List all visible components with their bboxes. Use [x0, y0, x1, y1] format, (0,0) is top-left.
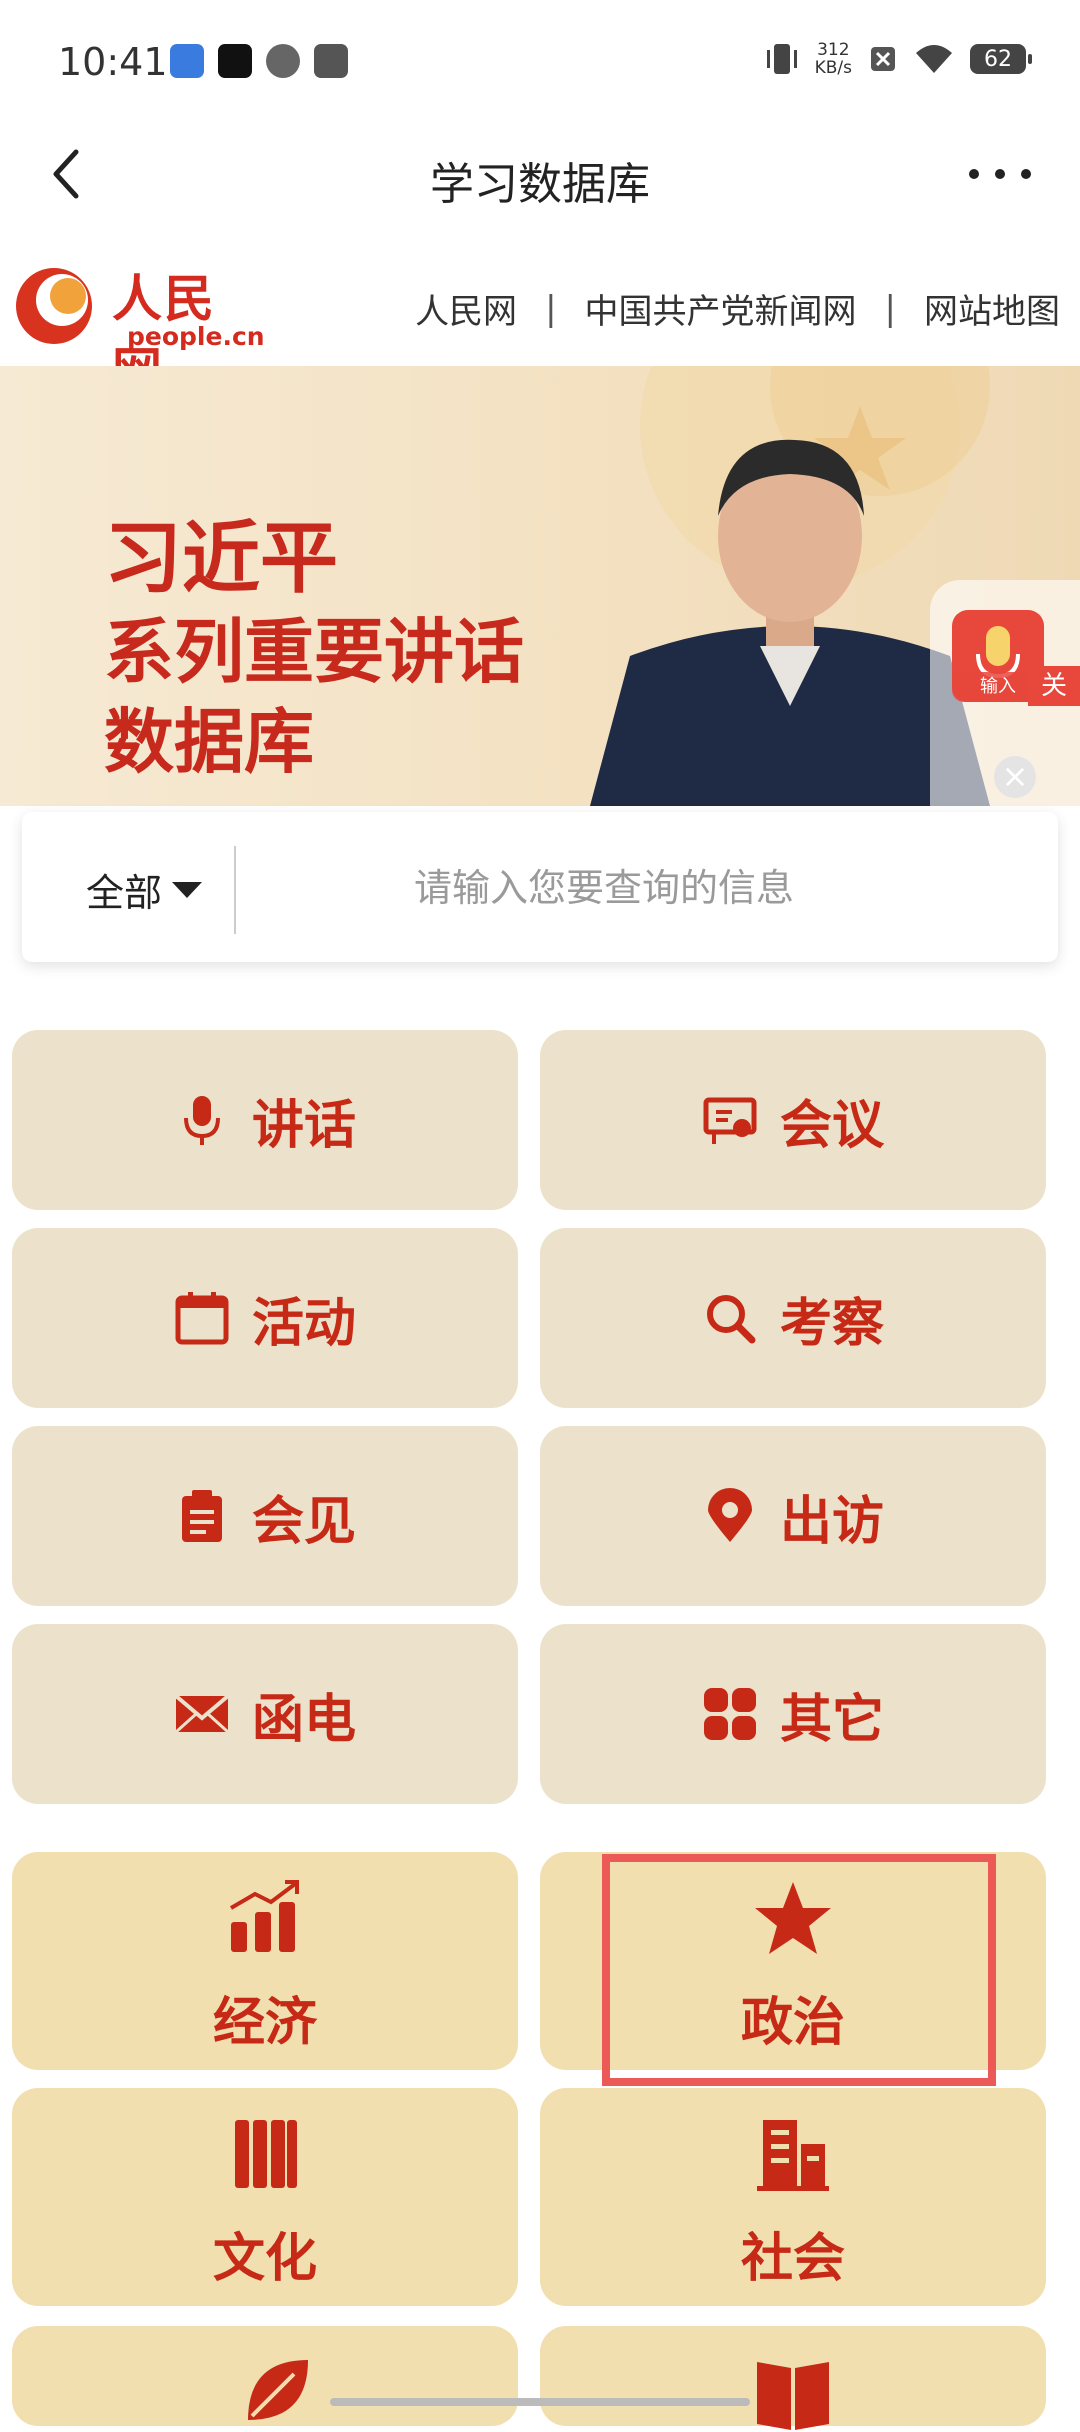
link-cpc-news[interactable]: 中国共产党新闻网 [585, 284, 857, 333]
topic-economy[interactable]: 经济 [12, 1852, 518, 2070]
category-label: 考察 [779, 1293, 884, 1354]
notification-icons [170, 44, 348, 78]
category-letters[interactable]: 函电 [12, 1624, 518, 1804]
category-inspection[interactable]: 考察 [540, 1228, 1046, 1408]
battery-icon: 62 [970, 44, 1032, 74]
banner-title-line3: 数据库 [104, 700, 314, 783]
hero-banner: 习近平 系列重要讲话 数据库 [0, 366, 1080, 806]
search-scope-dropdown[interactable]: 全部 [86, 862, 203, 917]
wifi-icon [916, 45, 952, 73]
category-label: 讲话 [251, 1095, 356, 1156]
topic-culture[interactable]: 文化 [12, 2088, 518, 2306]
link-renminwang[interactable]: 人民网 [415, 284, 517, 333]
top-links: 人民网 | 中国共产党新闻网 | 网站地图 [415, 284, 1060, 333]
topic-label: 经济 [212, 1993, 317, 2053]
close-icon[interactable]: × [994, 756, 1036, 798]
topic-society[interactable]: 社会 [540, 2088, 1046, 2306]
banner-title-line1: 习近平 [104, 513, 339, 604]
search-input[interactable] [262, 852, 946, 924]
site-header: 人民网 people.cn 人民网 | 中国共产党新闻网 | 网站地图 [0, 240, 1080, 400]
people-daily-logo[interactable]: 人民网 people.cn [12, 254, 265, 400]
envelope-icon [174, 1694, 230, 1734]
category-label: 会议 [779, 1095, 884, 1156]
home-indicator[interactable] [330, 2398, 750, 2406]
navigation-bar: 学习数据库 [0, 120, 1080, 230]
link-separator: | [545, 288, 557, 329]
app-notification-icon [266, 44, 300, 78]
clock: 10:41 [58, 40, 168, 84]
voice-close-label[interactable]: 关 [1028, 666, 1080, 706]
open-book-icon [757, 2362, 829, 2430]
building-icon [757, 2120, 829, 2191]
topic-party[interactable] [540, 2326, 1046, 2430]
category-label: 出访 [779, 1491, 884, 1552]
system-icons: 312 KB/s 62 [765, 40, 1032, 78]
category-visit[interactable]: 出访 [540, 1426, 1046, 1606]
category-label: 会见 [251, 1491, 356, 1552]
microphone-icon [183, 1096, 220, 1145]
vibrate-icon [766, 44, 797, 74]
status-bar: 10:41 312 KB/s 62 [0, 0, 1080, 120]
chart-up-icon [229, 1880, 299, 1952]
sim-off-icon [871, 47, 895, 71]
link-sitemap[interactable]: 网站地图 [924, 284, 1060, 333]
topic-label: 社会 [740, 2229, 845, 2289]
category-speech[interactable]: 讲话 [12, 1030, 518, 1210]
category-other[interactable]: 其它 [540, 1624, 1046, 1804]
topic-label: 文化 [212, 2229, 317, 2289]
category-label: 函电 [251, 1689, 356, 1750]
logo-subtext: people.cn [127, 322, 265, 351]
divider [234, 846, 236, 934]
search-bar: 全部 [22, 812, 1058, 962]
category-meeting[interactable]: 会议 [540, 1030, 1046, 1210]
selection-highlight-box [602, 1854, 996, 2086]
location-pin-icon [707, 1488, 752, 1542]
calendar-icon [175, 1292, 229, 1345]
grid-icon [703, 1688, 756, 1740]
books-icon [235, 2120, 297, 2188]
app-notification-icon [170, 44, 204, 78]
voice-input-widget: 输入 关 × [930, 580, 1080, 850]
message-icon [314, 44, 348, 78]
magnifier-icon [706, 1295, 756, 1344]
leaf-icon [248, 2360, 308, 2420]
battery-level: 62 [984, 46, 1012, 72]
tiktok-icon [218, 44, 252, 78]
link-separator: | [884, 288, 896, 329]
category-activity[interactable]: 活动 [12, 1228, 518, 1408]
category-label: 其它 [779, 1689, 884, 1750]
net-speed-unit: KB/s [814, 58, 852, 78]
category-meet[interactable]: 会见 [12, 1426, 518, 1606]
clipboard-icon [181, 1490, 222, 1542]
network-speed: 312 KB/s [815, 41, 852, 77]
banner-title-line2: 系列重要讲话 [104, 610, 524, 693]
search-scope-label: 全部 [86, 871, 163, 915]
meeting-icon [703, 1097, 757, 1144]
chevron-down-icon [172, 881, 203, 898]
page-title: 学习数据库 [430, 159, 650, 210]
category-label: 活动 [251, 1293, 356, 1354]
more-options-icon[interactable] [960, 144, 1040, 204]
net-speed-value: 312 [817, 40, 850, 60]
logo-emblem-icon [16, 268, 92, 344]
topic-ecology[interactable] [12, 2326, 518, 2426]
